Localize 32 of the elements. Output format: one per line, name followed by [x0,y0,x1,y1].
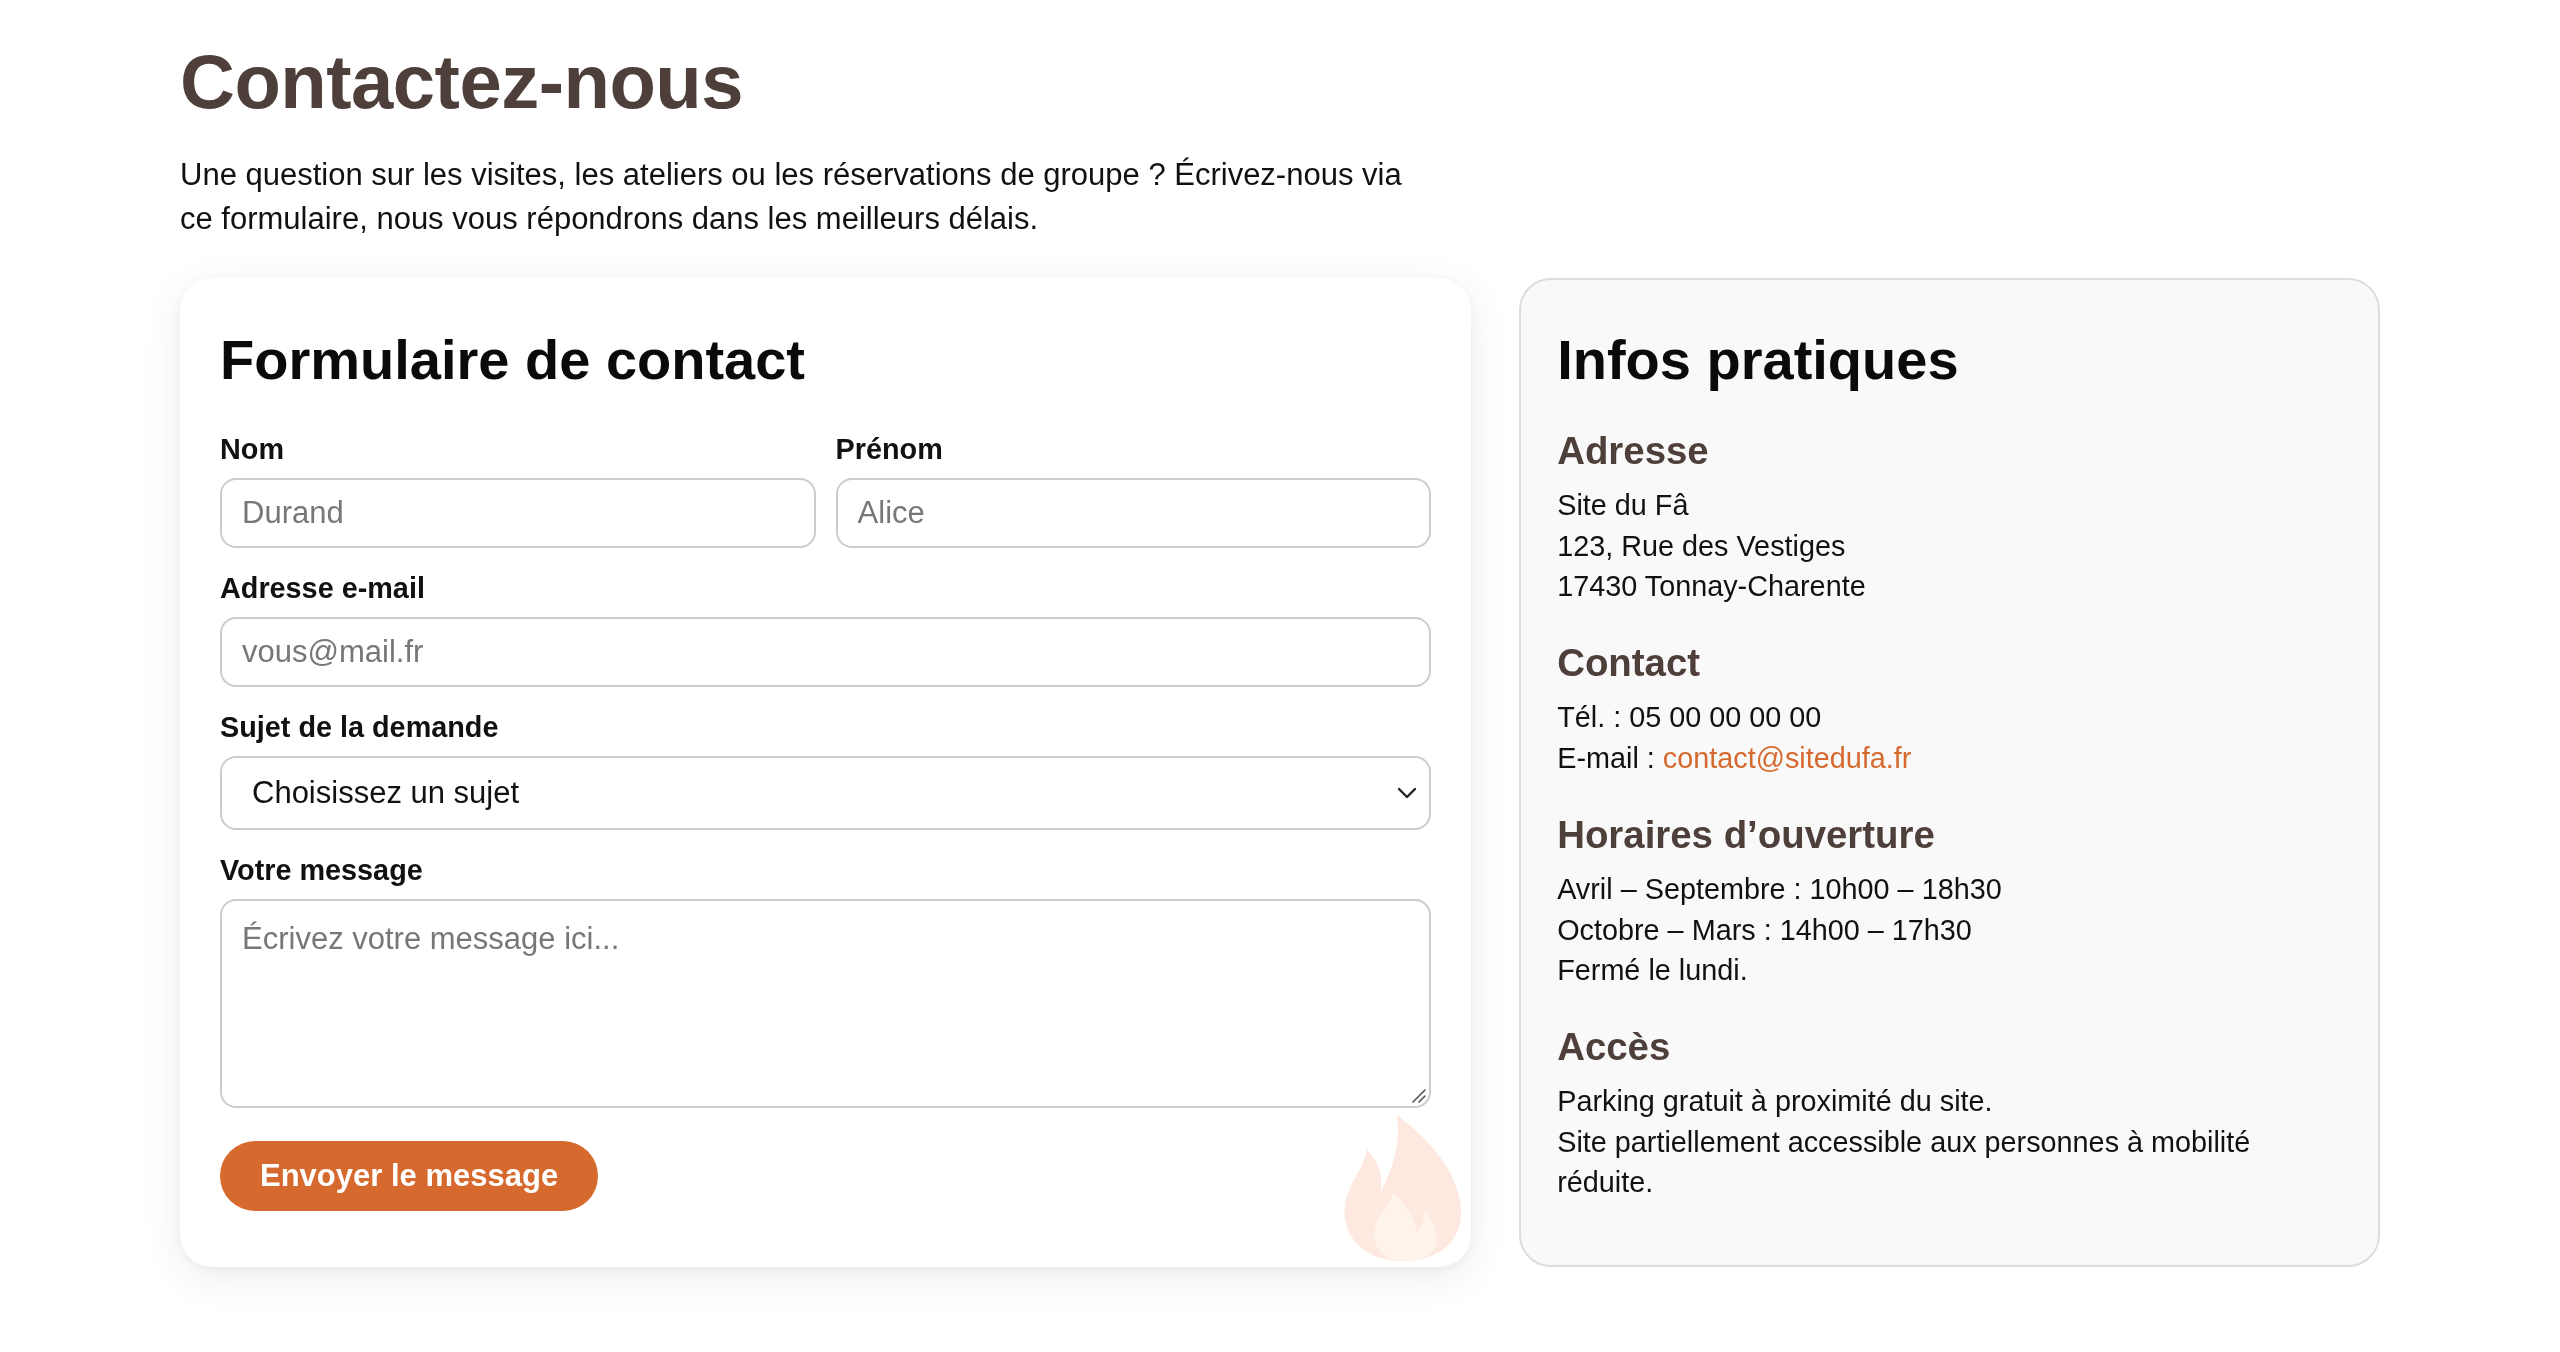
field-label: Sujet de la demande [220,710,499,746]
info-line: E-mail : contact@sitedufa.fr [1557,740,1913,776]
submit-button[interactable]: Envoyer le message [220,1141,599,1212]
field-label: Votre message [220,853,423,889]
subject-select[interactable]: Choisissez un sujet [220,756,1432,831]
section-heading: Adresse [1557,428,1710,475]
page-title: Contactez-nous [180,38,744,126]
info-line: Avril – Septembre : 10h00 – 18h30 [1557,872,2003,908]
info-line: 123, Rue des Vestiges [1557,528,1847,564]
info-line: Octobre – Mars : 14h00 – 17h30 [1557,912,1973,948]
email-link[interactable]: contact@sitedufa.fr [1662,741,1912,774]
section-heading: Contact [1557,640,1702,687]
info-line: Fermé le lundi. [1557,953,1749,989]
section-heading: Horaires d’ouverture [1557,812,1936,859]
chevron-down-icon [1397,787,1418,800]
field-label: Adresse e-mail [220,571,425,607]
intro-text: Une question sur les visites, les ateliers ou les réservations de groupe ? Écrivez-nous via ce formulaire, nous vous répondrons dans les meilleurs délais. [180,156,1403,239]
text-field[interactable]: Alice [835,478,1432,549]
info-line: Tél. : 05 00 00 00 00 [1557,700,1823,736]
email-field[interactable]: vous@mail.fr [220,617,1432,688]
field-label: Prénom [835,432,943,468]
info-title: Infos pratiques [1557,327,1960,394]
section-heading: Accès [1557,1024,1672,1071]
message-field[interactable]: Écrivez votre message ici... [220,899,1432,1109]
text-field[interactable]: Durand [220,478,816,549]
field-label: Nom [220,432,284,468]
info-line: Site partiellement accessible aux personnes à mobilité réduite. [1557,1124,2252,1201]
form-title: Formulaire de contact [220,327,807,394]
info-line: Parking gratuit à proximité du site. [1557,1084,1994,1120]
resize-grip-icon[interactable] [1412,1089,1427,1104]
info-line: Site du Fâ [1557,488,1690,524]
info-line: 17430 Tonnay-Charente [1557,569,1867,604]
